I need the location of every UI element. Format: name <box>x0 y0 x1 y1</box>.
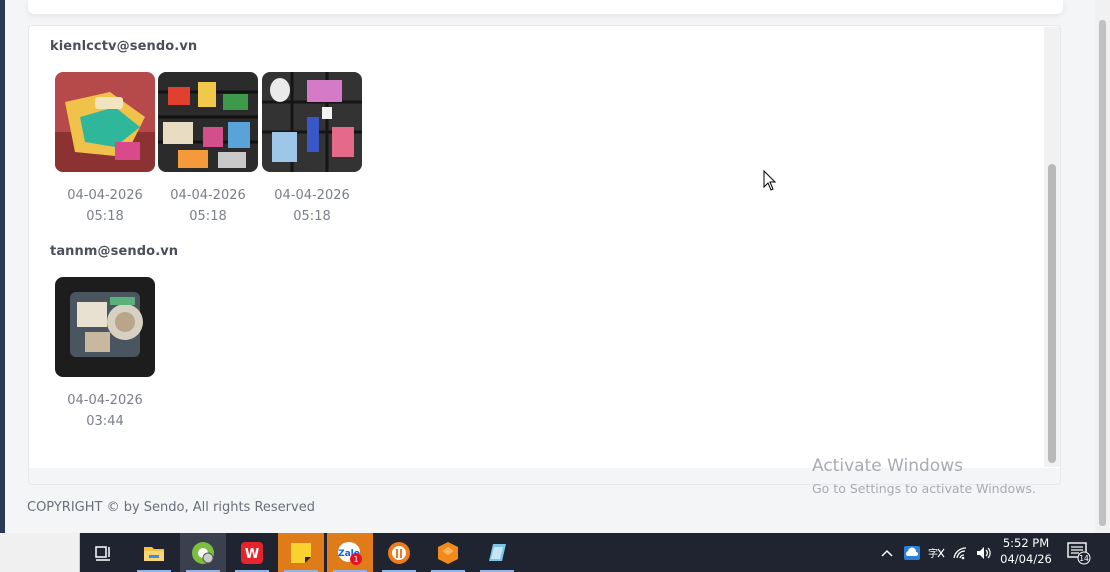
activate-windows-watermark: Activate Windows Go to Settings to activ… <box>812 456 1036 496</box>
photo-date: 04-04-2026 <box>274 188 350 203</box>
photo-thumbnail[interactable] <box>55 72 155 172</box>
photo-time: 03:44 <box>86 414 124 429</box>
footer-copyright: COPYRIGHT © by Sendo, All rights Reserve… <box>27 500 315 515</box>
photo-date: 04-04-2026 <box>170 188 246 203</box>
sublime-icon[interactable] <box>425 533 471 572</box>
clock-date: 04/04/26 <box>1000 552 1052 566</box>
photo-date: 04-04-2026 <box>67 393 143 408</box>
notification-count: 14 <box>1079 554 1089 563</box>
page-scrollbar-thumb[interactable] <box>1099 20 1106 526</box>
wifi-icon[interactable] <box>952 545 970 561</box>
zalo-badge-count: 1 <box>353 555 358 564</box>
cloud-sync-icon[interactable] <box>903 545 921 561</box>
volume-icon[interactable] <box>975 545 993 561</box>
sticky-notes-icon[interactable] <box>278 533 324 572</box>
system-clock[interactable]: 5:52 PM 04/04/26 <box>998 535 1054 567</box>
photo-thumbnail[interactable] <box>262 72 362 172</box>
notification-center-icon[interactable]: 14 <box>1066 541 1092 569</box>
task-view-icon[interactable] <box>80 533 126 572</box>
taskbar-search-area[interactable] <box>0 533 80 572</box>
svg-text:W: W <box>245 547 259 562</box>
file-explorer-icon[interactable] <box>131 533 177 572</box>
photo-time: 05:18 <box>86 209 124 224</box>
photo-date: 04-04-2026 <box>67 188 143 203</box>
ultraviewer-icon[interactable] <box>376 533 422 572</box>
wps-office-icon[interactable]: W <box>229 533 275 572</box>
svg-text:字: 字 <box>928 547 938 560</box>
notes-app-icon[interactable] <box>474 533 520 572</box>
photo-time: 05:18 <box>189 209 227 224</box>
chrome-profile-icon[interactable] <box>180 533 226 572</box>
input-method-icon[interactable]: 字 <box>927 545 945 561</box>
photo-thumbnail[interactable] <box>55 277 155 377</box>
photo-thumbnail[interactable] <box>158 72 258 172</box>
top-card-edge <box>28 0 1063 14</box>
clock-time: 5:52 PM <box>1002 536 1050 550</box>
mouse-cursor-icon <box>763 169 777 196</box>
user-email: kienlcctv@sendo.vn <box>50 39 198 54</box>
zalo-icon[interactable]: Zalo 1 <box>327 533 373 572</box>
user-email: tannm@sendo.vn <box>50 244 179 259</box>
card-scrollbar-thumb[interactable] <box>1048 164 1056 463</box>
photo-time: 05:18 <box>293 209 331 224</box>
chevron-up-icon[interactable] <box>880 547 894 559</box>
